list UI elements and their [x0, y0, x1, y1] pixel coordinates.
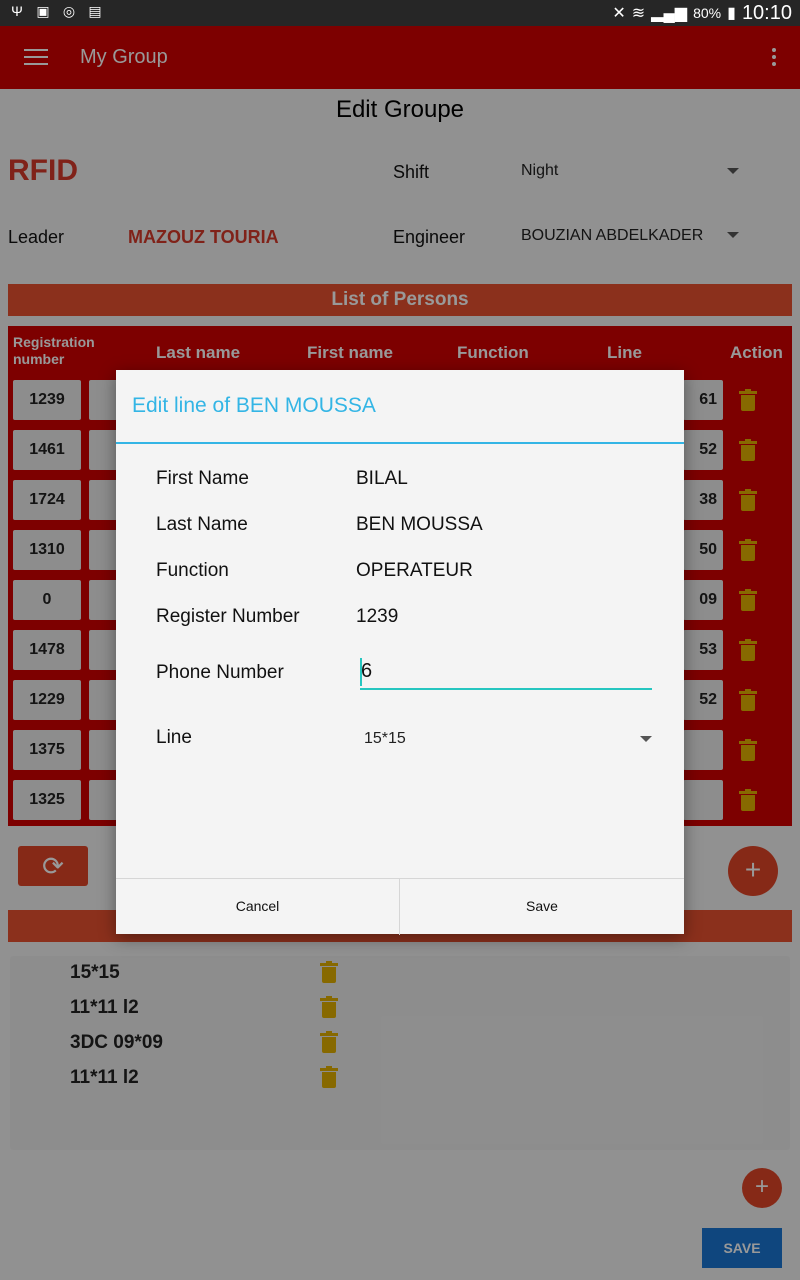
wifi-icon: ≋	[631, 5, 646, 22]
dialog-buttons: Cancel Save	[116, 878, 684, 935]
sync-icon: ◎	[62, 2, 76, 19]
cancel-button[interactable]: Cancel	[116, 879, 399, 935]
signal-icon: ▂▄▆	[651, 5, 688, 22]
phone-number-input[interactable]: 6	[360, 658, 652, 690]
sim-icon: ▤	[88, 2, 102, 19]
save-button[interactable]: Save	[400, 879, 684, 935]
last-name-value: BEN MOUSSA	[356, 514, 483, 535]
function-label: Function	[156, 560, 229, 581]
usb-icon: Ψ	[11, 3, 23, 19]
register-number-value: 1239	[356, 606, 399, 627]
line-select[interactable]: 15*15	[364, 730, 406, 748]
chevron-down-icon	[640, 736, 652, 742]
mute-icon: ✕	[612, 5, 626, 22]
battery-percent: 80%	[693, 5, 722, 21]
battery-icon: ▮	[727, 5, 736, 22]
register-number-label: Register Number	[156, 606, 300, 627]
line-label: Line	[156, 727, 192, 748]
status-bar: Ψ ▣ ◎ ▤ ✕ ≋ ▂▄▆ 80% ▮ 10:10	[0, 0, 800, 26]
function-value: OPERATEUR	[356, 560, 473, 581]
dialog-title: Edit line of BEN MOUSSA	[132, 394, 376, 417]
phone-number-label: Phone Number	[156, 662, 284, 683]
edit-line-dialog: Edit line of BEN MOUSSA First Name BILAL…	[116, 370, 684, 935]
first-name-label: First Name	[156, 468, 249, 489]
first-name-value: BILAL	[356, 468, 408, 489]
phone-number-value: 6	[361, 660, 373, 682]
clock: 10:10	[741, 1, 792, 24]
last-name-label: Last Name	[156, 514, 248, 535]
image-icon: ▣	[36, 2, 50, 19]
dialog-divider	[116, 442, 684, 444]
